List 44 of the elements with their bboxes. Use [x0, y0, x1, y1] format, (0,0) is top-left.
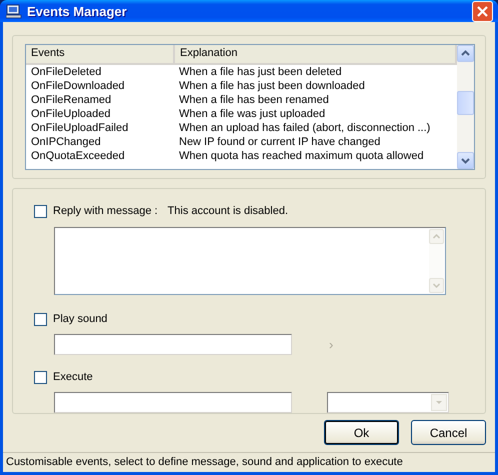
list-row[interactable]: OnFileDeleted When a file has just been deleted — [26, 65, 457, 79]
cancel-button[interactable]: Cancel — [411, 420, 486, 445]
checkbox[interactable] — [34, 370, 47, 384]
list-row[interactable]: OnFileUploaded When a file was just uploaded — [26, 107, 457, 121]
list-row[interactable]: OnFileUploadFailed When an upload has failed (abort, disconnection ...) — [26, 121, 457, 135]
event-name: OnFileUploadFailed — [30, 121, 130, 135]
sound-file-field[interactable] — [54, 334, 292, 355]
event-name: OnFileUploaded — [30, 107, 112, 121]
program-field[interactable] — [54, 392, 292, 413]
message-text: This account is disabled. — [168, 205, 288, 217]
list-row[interactable]: OnIPChanged New IP found or current IP have changed — [26, 135, 457, 149]
computer-icon — [6, 3, 22, 19]
event-name: OnQuotaExceeded — [30, 149, 126, 163]
event-explanation: When a file has just been downloaded — [178, 79, 366, 93]
column-header[interactable]: Events — [26, 45, 175, 63]
event-name: OnFileDeleted — [30, 65, 102, 79]
status-bar: Customisable events, select to define message, sound and application to execute — [3, 452, 495, 472]
scroll-down-button[interactable] — [457, 152, 474, 169]
event-explanation: When a file has been renamed — [178, 93, 330, 107]
list-row[interactable]: OnQuotaExceeded When quota has reached maximum quota allowed — [26, 149, 457, 163]
message-field[interactable] — [54, 227, 446, 295]
scrollbar[interactable] — [457, 45, 474, 169]
checkbox[interactable] — [34, 312, 47, 326]
event-explanation: New IP found or current IP have changed — [178, 135, 382, 149]
scroll-thumb[interactable] — [457, 91, 474, 115]
dropdown[interactable] — [327, 392, 449, 413]
event-explanation: When a file was just uploaded — [178, 107, 326, 121]
close-button[interactable] — [472, 0, 493, 22]
checkbox-label[interactable]: Execute — [53, 371, 93, 383]
event-explanation: When an upload has failed (abort, disconnection ...) — [178, 121, 432, 135]
window-title: Events Manager — [27, 4, 128, 18]
checkbox-label[interactable]: Reply with message : — [53, 205, 158, 217]
list-row[interactable]: OnFileDownloaded When a file has just been downloaded — [26, 79, 457, 93]
checkbox-label[interactable]: Play sound — [53, 313, 108, 325]
event-explanation: When quota has reached maximum quota allowed — [178, 149, 425, 163]
event-name: OnFileRenamed — [30, 93, 112, 107]
close-icon — [476, 4, 489, 18]
event-explanation: When a file has just been deleted — [178, 65, 343, 79]
event-name: OnIPChanged — [30, 135, 102, 149]
list-row[interactable]: OnFileRenamed When a file has been renamed — [26, 93, 457, 107]
ok-button[interactable]: Ok — [324, 420, 399, 445]
scroll-up-button[interactable] — [457, 45, 474, 62]
checkbox[interactable] — [34, 204, 47, 218]
event-name: OnFileDownloaded — [30, 79, 126, 93]
